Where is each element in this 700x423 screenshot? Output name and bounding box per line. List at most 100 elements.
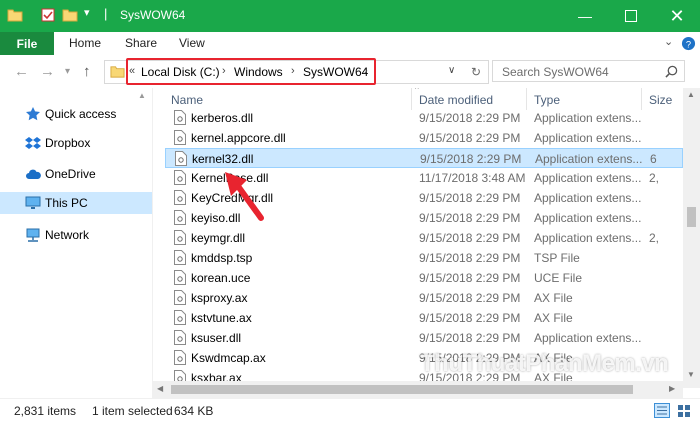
column-divider[interactable] (526, 88, 527, 110)
tab-share[interactable]: Share (125, 36, 157, 50)
horizontal-scroll-thumb[interactable] (171, 385, 633, 394)
column-divider[interactable] (411, 88, 412, 110)
file-icon (174, 270, 186, 285)
minimize-button[interactable]: — (562, 0, 608, 32)
dropbox-icon (25, 137, 41, 149)
file-icon (174, 130, 186, 145)
cloud-icon (26, 169, 41, 179)
sidebar-item-label: Quick access (45, 107, 117, 121)
file-row[interactable]: keymgr.dll 9/15/2018 2:29 PM Application e… (165, 228, 683, 248)
scroll-up-icon[interactable]: ▲ (138, 91, 146, 100)
sidebar-item-network[interactable]: Network (0, 224, 152, 246)
vertical-scroll-thumb[interactable] (687, 207, 696, 227)
file-type: AX File (534, 291, 573, 305)
search-input[interactable]: Search SysWOW64 (492, 60, 685, 82)
back-arrow-icon[interactable]: ← (14, 63, 29, 80)
file-name: kernel32.dll (192, 152, 254, 166)
file-icon (174, 350, 186, 365)
column-header-name[interactable]: Name (171, 93, 203, 107)
refresh-icon[interactable]: ↻ (471, 65, 481, 79)
selection-count: 1 item selected (92, 404, 173, 418)
expand-ribbon-icon[interactable]: ⌄ (664, 35, 673, 48)
sidebar-item-onedrive[interactable]: OneDrive (0, 163, 152, 185)
address-dropdown-icon[interactable]: ∨ (448, 65, 455, 76)
scroll-up-icon[interactable]: ▲ (687, 90, 695, 99)
scroll-right-icon[interactable]: ▶ (669, 384, 675, 393)
file-row[interactable]: korean.uce 9/15/2018 2:29 PM UCE File (165, 268, 683, 288)
file-date-modified: 9/15/2018 2:29 PM (419, 291, 521, 305)
column-header-date-modified[interactable]: Date modified (419, 93, 493, 107)
sidebar-item-dropbox[interactable]: Dropbox (0, 132, 152, 154)
file-icon (174, 170, 186, 185)
column-header-size[interactable]: Size (649, 93, 672, 107)
file-name: keymgr.dll (191, 231, 246, 245)
file-date-modified: 9/15/2018 2:29 PM (419, 191, 521, 205)
file-type: Application extens... (534, 231, 642, 245)
column-header-type[interactable]: Type (534, 93, 560, 107)
file-row[interactable]: kstvtune.ax 9/15/2018 2:29 PM AX File (165, 308, 683, 328)
file-icon (174, 190, 186, 205)
file-type: Application extens... (534, 111, 642, 125)
sidebar-item-quick-access[interactable]: Quick access (0, 103, 152, 125)
title-separator: | (104, 6, 108, 21)
file-type: Application extens... (534, 131, 642, 145)
help-icon[interactable]: ? (681, 36, 696, 51)
file-type: Application extens... (535, 152, 643, 166)
file-name: kmddsp.tsp (191, 251, 253, 265)
file-name: kernel.appcore.dll (191, 131, 286, 145)
file-icon (174, 230, 186, 245)
file-size: 6 (650, 152, 657, 166)
up-arrow-icon[interactable]: ↑ (83, 63, 91, 80)
annotation-arrow (225, 172, 264, 221)
tab-view[interactable]: View (179, 36, 205, 50)
sidebar-item-label: Dropbox (45, 136, 91, 150)
scroll-down-icon[interactable]: ▼ (687, 370, 695, 379)
details-view-icon[interactable] (654, 403, 670, 418)
recent-locations-icon[interactable]: ▾ (65, 66, 70, 77)
file-row[interactable]: kmddsp.tsp 9/15/2018 2:29 PM TSP File (165, 248, 683, 268)
star-icon (26, 107, 40, 121)
network-icon (26, 228, 40, 242)
status-bar: 2,831 items 1 item selected 634 KB (0, 398, 700, 423)
file-date-modified: 9/15/2018 2:29 PM (419, 331, 521, 345)
properties-icon[interactable] (40, 7, 56, 23)
computer-icon (25, 196, 41, 209)
new-folder-icon[interactable] (62, 7, 78, 23)
file-type: TSP File (534, 251, 580, 265)
sidebar-item-this-pc[interactable]: This PC (0, 192, 152, 214)
file-row[interactable]: ksproxy.ax 9/15/2018 2:29 PM AX File (165, 288, 683, 308)
navigation-bar: ← → ▾ ↑ « Local Disk (C:) › Windows › Sy… (0, 55, 700, 88)
file-row[interactable]: kernel.appcore.dll 9/15/2018 2:29 PM Appli… (165, 128, 683, 148)
file-date-modified: 9/15/2018 2:29 PM (419, 111, 521, 125)
folder-icon[interactable] (7, 7, 23, 23)
selection-size: 634 KB (174, 404, 214, 418)
horizontal-scrollbar[interactable]: ◀ ▶ (153, 381, 683, 398)
file-date-modified: 9/15/2018 2:29 PM (420, 152, 522, 166)
scroll-left-icon[interactable]: ◀ (157, 384, 163, 393)
file-name: kerberos.dll (191, 111, 254, 125)
maximize-button[interactable] (608, 0, 654, 32)
file-row[interactable]: ksuser.dll 9/15/2018 2:29 PM Application e… (165, 328, 683, 348)
file-date-modified: 11/17/2018 3:48 AM (419, 171, 526, 185)
window-title: SysWOW64 (120, 8, 186, 22)
folder-icon (110, 66, 125, 78)
navigation-pane: Quick access Dropbox OneDrive This PC Ne… (0, 88, 153, 398)
file-row[interactable]: kernel32.dll 9/15/2018 2:29 PM Application… (165, 148, 683, 168)
vertical-scrollbar[interactable]: ▲ ▼ (683, 88, 700, 388)
ribbon: File Home Share View ⌄ ? (0, 32, 700, 56)
file-tab[interactable]: File (0, 32, 54, 55)
close-button[interactable]: ✕ (654, 0, 700, 32)
forward-arrow-icon[interactable]: → (40, 63, 55, 80)
customize-quick-access-icon[interactable]: ▾ (84, 6, 100, 22)
file-name: Kswdmcap.ax (191, 351, 266, 365)
sidebar-item-label: This PC (45, 196, 88, 210)
large-icons-view-icon[interactable] (676, 403, 692, 418)
file-date-modified: 9/15/2018 2:29 PM (419, 271, 521, 285)
file-type: AX File (534, 311, 573, 325)
file-icon (174, 330, 186, 345)
file-name: ksuser.dll (191, 331, 242, 345)
column-divider[interactable] (641, 88, 642, 110)
file-name: kstvtune.ax (191, 311, 252, 325)
file-row[interactable]: kerberos.dll 9/15/2018 2:29 PM Application… (165, 108, 683, 128)
tab-home[interactable]: Home (69, 36, 101, 50)
